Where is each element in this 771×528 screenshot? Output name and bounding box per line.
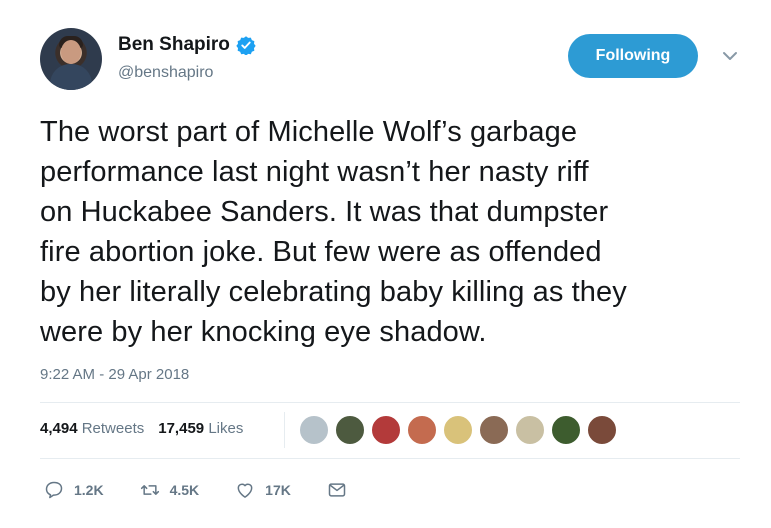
author-handle[interactable]: @benshapiro [118,64,213,82]
following-button[interactable]: Following [568,34,698,78]
avatar[interactable] [40,28,102,90]
chevron-down-icon[interactable] [722,50,738,62]
tweet-text-line: were by her knocking eye shadow. [40,316,487,348]
likes-count: 17,459 [158,420,205,437]
envelope-icon [328,483,346,497]
liker-avatar[interactable] [442,414,474,446]
like-button[interactable]: 17K [235,480,291,500]
divider [40,402,740,403]
tweet-text-line: performance last night wasn’t her nasty … [40,156,589,188]
reply-icon [45,481,63,499]
heart-icon [237,483,253,498]
liker-avatar[interactable] [406,414,438,446]
stats-separator [284,412,285,448]
likes-label: Likes [208,420,244,437]
liker-avatar[interactable] [478,414,510,446]
author-display-name[interactable]: Ben Shapiro [118,34,230,56]
tweet-stats: 4,494 Retweets 17,459 Likes [40,420,243,437]
tweet-text-line: fire abortion joke. But few were as offe… [40,236,602,268]
reply-button[interactable]: 1.2K [44,480,104,500]
reply-count: 1.2K [74,482,104,498]
tweet-actions: 1.2K 4.5K 17K [44,480,383,500]
tweet-timestamp[interactable]: 9:22 AM - 29 Apr 2018 [40,366,189,383]
tweet-text-line: by her literally celebrating baby killin… [40,276,627,308]
retweets-count: 4,494 [40,420,78,437]
direct-message-button[interactable] [327,480,347,500]
retweets-label: Retweets [81,420,145,437]
liker-avatar[interactable] [334,414,366,446]
retweet-count: 4.5K [169,482,200,498]
liker-avatar[interactable] [514,414,546,446]
liker-avatar[interactable] [370,414,402,446]
tweet-text-line: The worst part of Michelle Wolf’s garbag… [40,116,578,148]
liker-avatar[interactable] [586,414,618,446]
liker-avatar[interactable] [550,414,582,446]
tweet-text: The worst part of Michelle Wolf’s garbag… [40,112,750,352]
author-name-row[interactable]: Ben Shapiro [118,34,256,56]
retweet-icon [140,485,159,495]
tweet-text-line: on Huckabee Sanders. It was that dumpste… [40,196,609,228]
tweet-header: Ben Shapiro @benshapiro Following [40,28,740,92]
liker-avatar[interactable] [298,414,330,446]
divider [40,458,740,459]
retweets-stat[interactable]: 4,494 Retweets [40,420,144,437]
verified-badge-icon [236,36,256,55]
retweet-button[interactable]: 4.5K [140,480,200,500]
likes-stat[interactable]: 17,459 Likes [158,420,243,437]
liker-avatars [298,414,618,446]
like-count: 17K [265,482,291,498]
